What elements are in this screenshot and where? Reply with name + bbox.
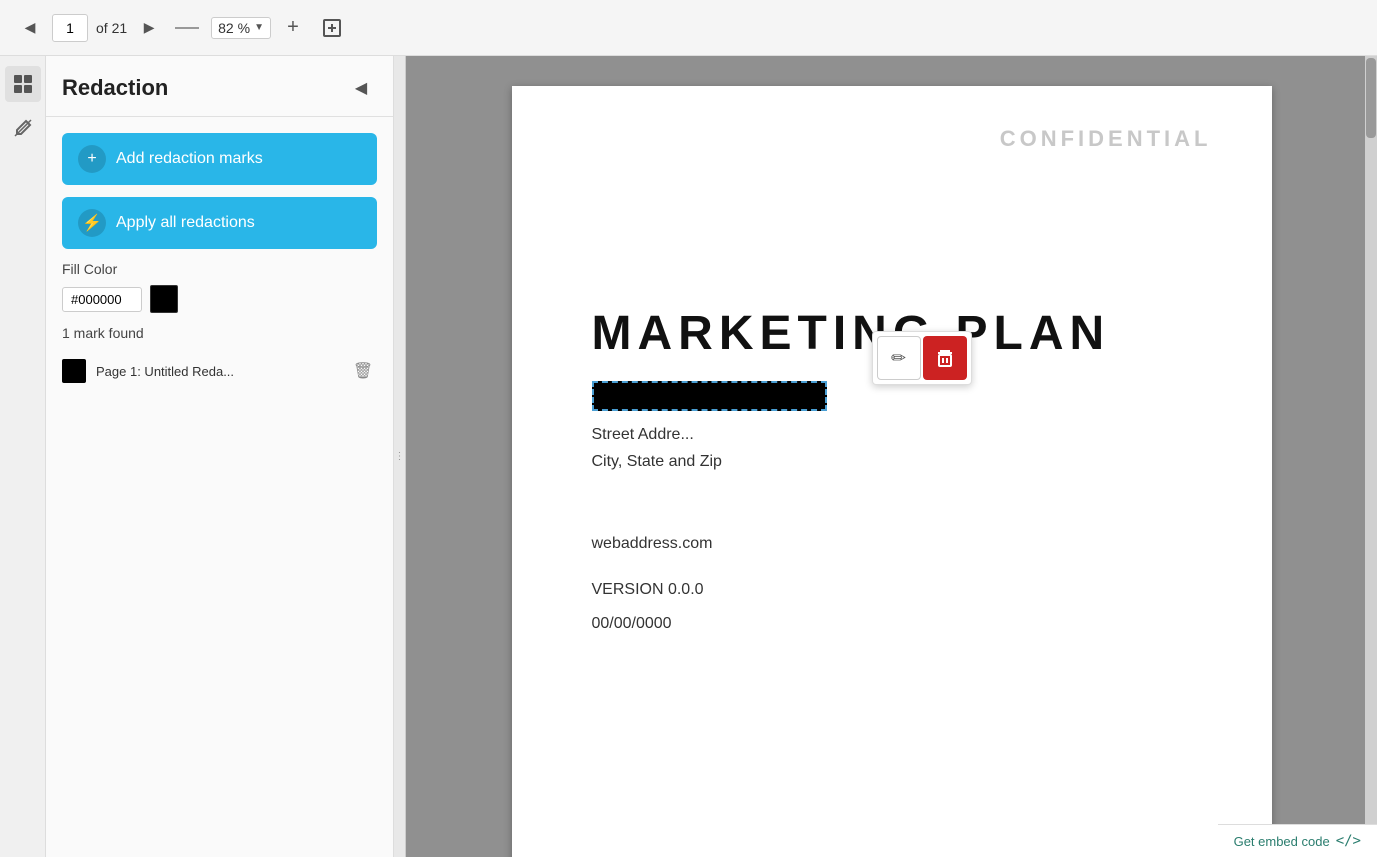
zoom-dropdown-arrow[interactable]: ▼ [254, 22, 264, 33]
mark-item: Page 1: Untitled Reda... 🗑 [62, 353, 377, 389]
fill-color-label: Fill Color [62, 261, 377, 277]
pdf-confidential-watermark: CONFIDENTIAL [1000, 126, 1212, 152]
prev-page-button[interactable]: ◀ [16, 14, 44, 42]
toolbar-divider [175, 27, 199, 29]
zoom-in-button[interactable]: + [279, 14, 307, 42]
trash-can-icon [934, 347, 956, 369]
pdf-address-line1: Street Addre... [592, 421, 1192, 448]
context-popup: ✏ [872, 331, 972, 385]
fill-color-section: Fill Color [62, 261, 377, 313]
panel-header: Redaction ◀ [46, 56, 393, 117]
pdf-page: CONFIDENTIAL MARKETING PLAN ✏ [512, 86, 1272, 857]
chevron-left-icon: ◀ [355, 78, 367, 98]
page-number-input[interactable] [52, 14, 88, 42]
main-layout: Redaction ◀ + Add redaction marks ⚡ Appl… [0, 56, 1377, 857]
edit-icon: ✏ [891, 348, 906, 369]
panel-body: + Add redaction marks ⚡ Apply all redact… [46, 117, 393, 405]
icon-rail [0, 56, 46, 857]
delete-mark-button[interactable] [923, 336, 967, 380]
panel-title: Redaction [62, 75, 168, 101]
trash-icon: 🗑 [353, 361, 373, 381]
add-redaction-label: Add redaction marks [116, 150, 263, 168]
grid-icon [12, 73, 34, 95]
toolbar: ◀ of 21 ▶ 82 % ▼ + [0, 0, 1377, 56]
apply-redaction-button[interactable]: ⚡ Apply all redactions [62, 197, 377, 249]
plus-icon: + [87, 150, 96, 168]
embed-code-label[interactable]: Get embed code [1234, 834, 1330, 849]
mark-color-swatch [62, 359, 86, 383]
panel-collapse-button[interactable]: ◀ [345, 72, 377, 104]
zoom-display: 82 % ▼ [211, 17, 271, 39]
fit-page-button[interactable] [315, 11, 349, 45]
pdf-address-line2: City, State and Zip [592, 448, 1192, 475]
redaction-mark-block[interactable] [592, 381, 827, 411]
pdf-date: 00/00/0000 [592, 615, 1192, 633]
handle-dots-icon: ⋮ [395, 451, 405, 462]
lightning-icon: ⚡ [82, 213, 102, 233]
bottom-bar: Get embed code </> [1218, 824, 1377, 857]
page-of-label: of 21 [96, 20, 127, 36]
pdf-scrollbar[interactable] [1365, 56, 1377, 857]
zoom-level-label: 82 % [218, 20, 250, 36]
redaction-tool-button[interactable] [5, 110, 41, 146]
fill-color-input[interactable] [62, 287, 142, 312]
pdf-scrollbar-thumb [1366, 58, 1376, 138]
add-icon-circle: + [78, 145, 106, 173]
next-page-button[interactable]: ▶ [135, 14, 163, 42]
mark-delete-button[interactable]: 🗑 [349, 357, 377, 385]
code-brackets-icon: </> [1336, 833, 1361, 849]
pdf-viewer[interactable]: CONFIDENTIAL MARKETING PLAN ✏ [406, 56, 1377, 857]
grid-view-button[interactable] [5, 66, 41, 102]
pdf-version: VERSION 0.0.0 [592, 581, 1192, 599]
apply-redaction-label: Apply all redactions [116, 214, 255, 232]
fit-page-icon [321, 17, 343, 39]
edit-mark-button[interactable]: ✏ [877, 336, 921, 380]
pdf-web-address: webaddress.com [592, 535, 1192, 553]
pencil-slash-icon [12, 117, 34, 139]
collapse-handle[interactable]: ⋮ [394, 56, 406, 857]
pdf-address: Street Addre... City, State and Zip [592, 421, 1192, 475]
lightning-icon-circle: ⚡ [78, 209, 106, 237]
redaction-panel: Redaction ◀ + Add redaction marks ⚡ Appl… [46, 56, 394, 857]
mark-label: Page 1: Untitled Reda... [96, 364, 339, 379]
fill-color-row [62, 285, 377, 313]
fill-color-swatch[interactable] [150, 285, 178, 313]
marks-found-label: 1 mark found [62, 325, 377, 341]
add-redaction-button[interactable]: + Add redaction marks [62, 133, 377, 185]
